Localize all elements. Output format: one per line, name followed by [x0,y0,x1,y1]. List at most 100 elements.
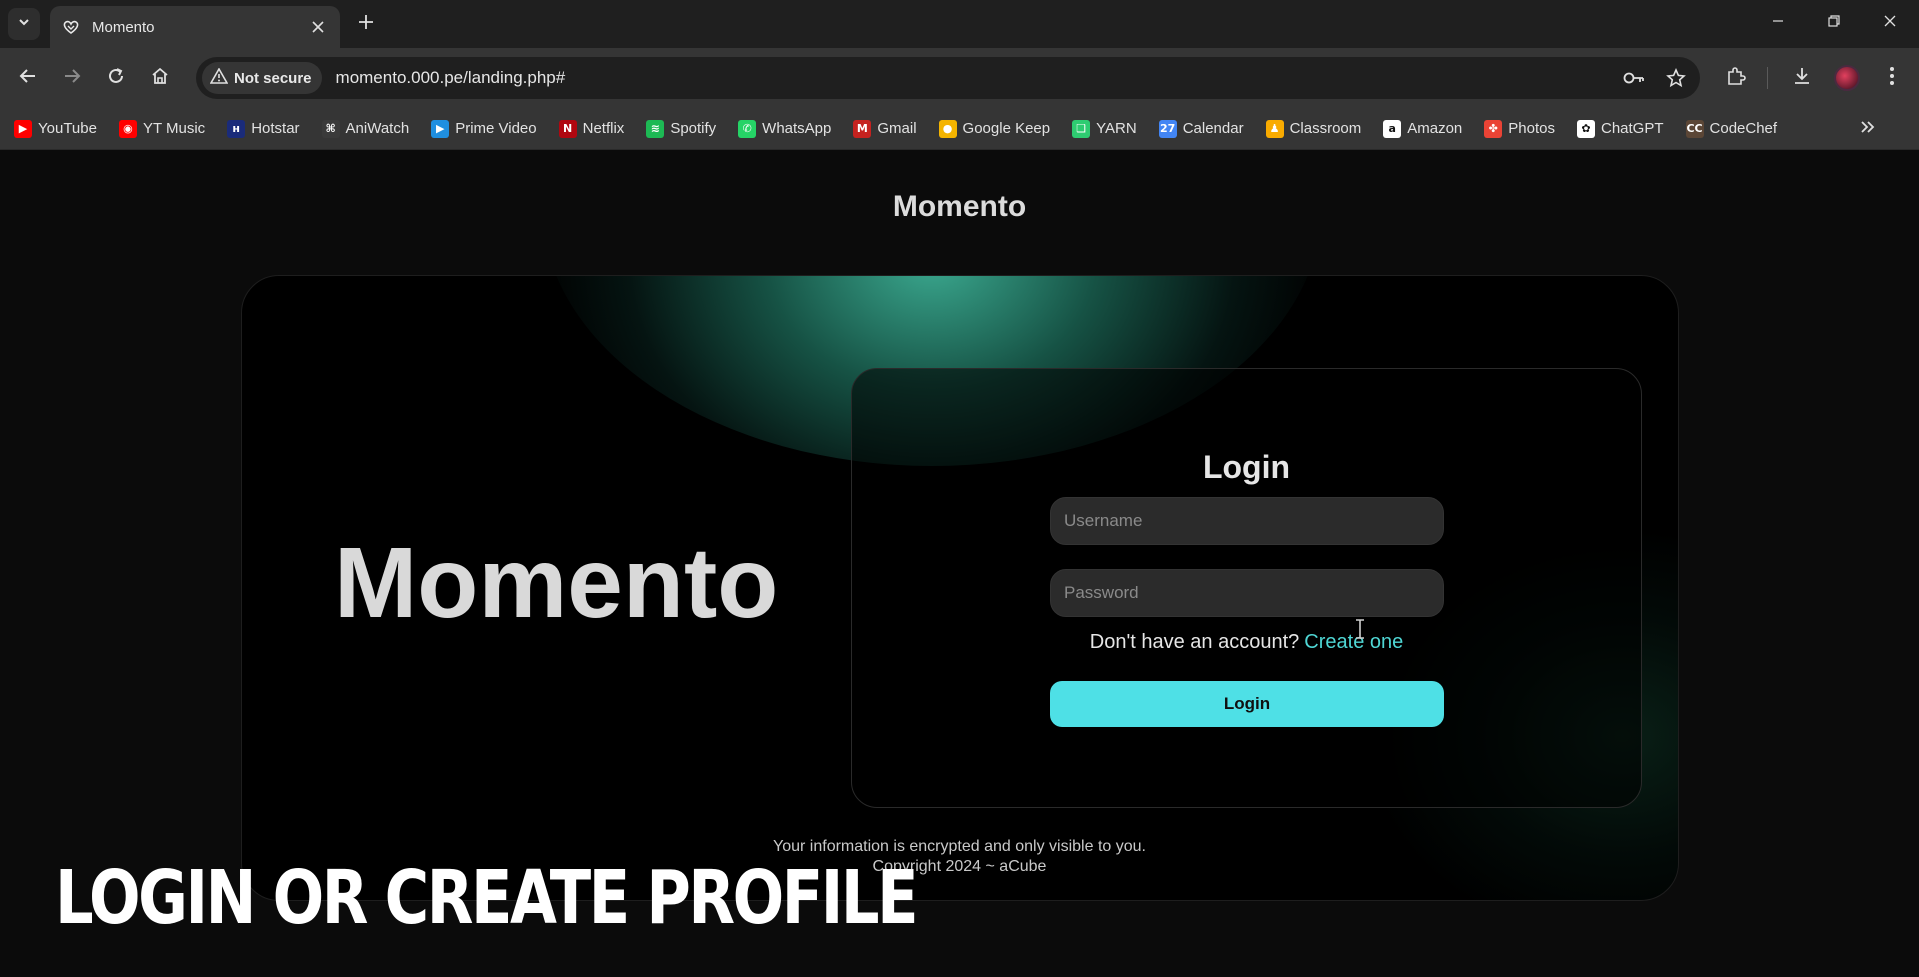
bookmark-label: Photos [1508,120,1555,137]
bookmark-label: Spotify [670,120,717,137]
bookmark-yarn[interactable]: ❑ YARN [1072,114,1145,144]
bookmark-label: Netflix [582,120,625,137]
bookmark-youtube[interactable]: ▶ YouTube [14,114,105,144]
restore-icon [1827,14,1841,33]
window-close-button[interactable] [1862,0,1918,46]
bookmark-calendar[interactable]: 27 Calendar [1158,114,1252,144]
bookmark-label: YouTube [38,120,97,137]
page-title: Momento [892,190,1027,223]
tab-search-button[interactable] [8,8,40,40]
arrow-right-icon [63,67,81,90]
classroom-icon: ♟ [1265,119,1284,138]
home-button[interactable] [142,60,178,96]
whatsapp-icon: ✆ [738,119,757,138]
text-cursor-icon [1355,619,1365,644]
bookmark-whatsapp[interactable]: ✆ WhatsApp [738,114,839,144]
arrow-left-icon [19,67,37,90]
hotstar-icon: ʜ [227,119,246,138]
download-icon [1792,66,1812,91]
spotify-icon: ≋ [646,119,665,138]
youtube-icon: ▶ [14,119,32,138]
bookmark-classroom[interactable]: ♟ Classroom [1265,114,1370,144]
bookmark-yt-music[interactable]: ◉ YT Music [118,114,213,144]
signup-prompt-line: Don't have an account? Create one [852,631,1641,654]
bookmarks-overflow-button[interactable] [1853,114,1883,144]
chevron-double-right-icon [1860,120,1876,139]
url-text[interactable]: momento.000.pe/landing.php# [336,68,1616,88]
bookmark-label: ChatGPT [1600,120,1664,137]
security-indicator[interactable]: Not secure [202,62,322,94]
bookmark-spotify[interactable]: ≋ Spotify [646,114,724,144]
browser-window: Momento Not secure momento.000.pe/landin… [0,0,1919,977]
bookmark-label: Calendar [1182,120,1244,137]
puzzle-icon [1726,66,1746,91]
tab-momento[interactable]: Momento [50,6,340,48]
yarn-icon: ❑ [1072,119,1091,138]
extensions-button[interactable] [1718,60,1754,96]
profile-button[interactable] [1829,60,1865,96]
login-button[interactable]: Login [1050,681,1444,727]
back-button[interactable] [10,60,46,96]
bookmark-photos[interactable]: ✤ Photos [1484,114,1563,144]
bookmark-chatgpt[interactable]: ✿ ChatGPT [1576,114,1672,144]
bookmark-label: CodeChef [1709,120,1778,137]
aniwatch-icon: ⌘ [321,119,340,138]
bookmark-hotstar[interactable]: ʜ Hotstar [227,114,307,144]
bookmark-label: Hotstar [251,120,300,137]
footer-privacy-note: Your information is encrypted and only v… [773,838,1146,855]
bookmark-netflix[interactable]: N Netflix [558,114,633,144]
restore-button[interactable] [1806,0,1862,46]
google-keep-icon: ● [938,119,957,138]
plus-icon [358,14,374,35]
photos-icon: ✤ [1484,119,1503,138]
create-account-link[interactable]: Create one [1304,631,1403,653]
bookmark-label: YT Music [142,120,206,137]
home-icon [151,67,169,90]
key-icon[interactable] [1616,60,1652,96]
momento-favicon-icon [62,18,80,36]
menu-button[interactable] [1874,60,1910,96]
amazon-icon: a [1383,119,1402,138]
downloads-button[interactable] [1784,60,1820,96]
bookmark-gmail[interactable]: M Gmail [853,114,924,144]
forward-button[interactable] [54,60,90,96]
address-bar[interactable]: Not secure momento.000.pe/landing.php# [196,57,1700,99]
video-caption-overlay: LOGIN OR CREATE PROFILE [55,855,919,941]
password-input[interactable] [1050,569,1444,617]
bookmark-codechef[interactable]: CC CodeChef [1685,114,1786,144]
browser-toolbar: Not secure momento.000.pe/landing.php# [0,48,1919,108]
bookmark-label: AniWatch [345,120,410,137]
bookmark-prime-video[interactable]: ▶ Prime Video [431,114,544,144]
bookmark-label: YARN [1096,120,1137,137]
chevron-down-icon [17,15,31,34]
bookmarks-bar: ▶ YouTube ◉ YT Music ʜ Hotstar ⌘ AniWatch ▶ Prime… [0,108,1919,150]
toolbar-divider [1767,67,1768,89]
minimize-button[interactable] [1750,0,1806,46]
login-heading: Login [1202,449,1291,485]
bookmark-label: Classroom [1289,120,1362,137]
star-icon[interactable] [1658,60,1694,96]
close-icon [1883,14,1897,33]
yt-music-icon: ◉ [118,119,137,138]
bookmark-amazon[interactable]: a Amazon [1383,114,1470,144]
gmail-icon: M [853,119,872,138]
warning-icon [209,66,229,89]
new-tab-button[interactable] [352,10,380,38]
tab-strip: Momento [0,0,1919,48]
page-content: Momento Momento Login Don't have an acco… [0,150,1919,977]
hero-brand-name: Momento [334,527,779,639]
avatar [1834,65,1860,91]
close-icon[interactable] [308,17,328,37]
reload-icon [107,67,125,90]
bookmark-google-keep[interactable]: ● Google Keep [938,114,1059,144]
bookmark-label: Amazon [1407,120,1463,137]
login-panel: Login Don't have an account?Create one L… [851,368,1642,808]
reload-button[interactable] [98,60,134,96]
codechef-icon: CC [1685,119,1704,138]
minimize-icon [1771,14,1785,33]
tab-title: Momento [92,18,155,36]
username-input[interactable] [1050,497,1444,545]
bookmark-aniwatch[interactable]: ⌘ AniWatch [321,114,418,144]
bookmark-label: WhatsApp [762,120,832,137]
security-label: Not secure [234,69,312,87]
